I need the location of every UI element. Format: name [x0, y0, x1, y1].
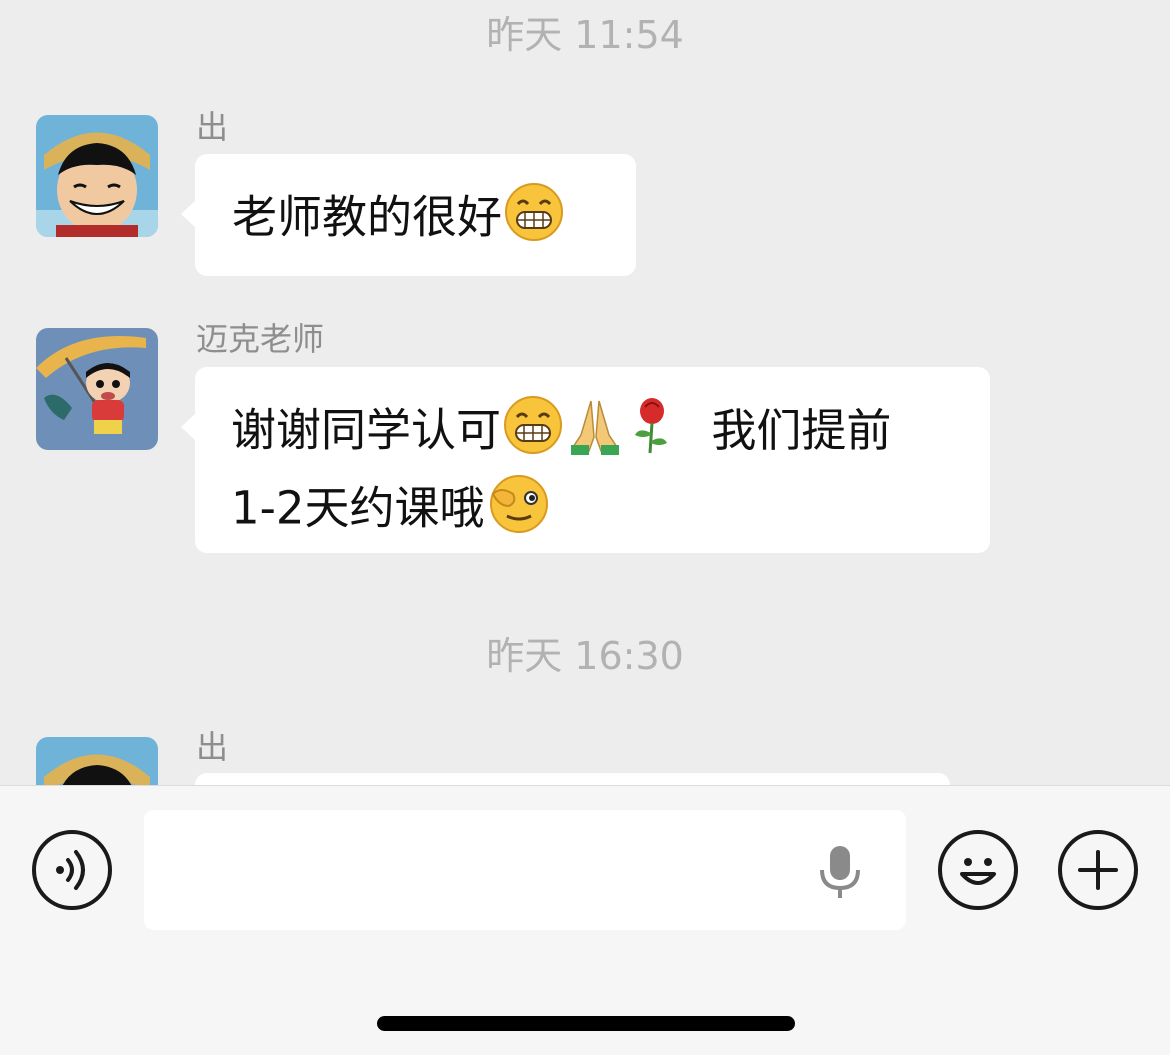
home-indicator — [377, 1016, 795, 1031]
message-text: 老师教的很好 — [232, 190, 503, 244]
message-bubble[interactable] — [195, 773, 950, 785]
microphone-button[interactable] — [818, 844, 862, 900]
message-text: 谢谢同学认可 — [231, 403, 502, 457]
message-bubble[interactable]: 老师教的很好 — [181, 154, 636, 276]
avatar[interactable] — [36, 115, 158, 237]
shinchan-avatar — [36, 328, 158, 450]
message-text: 我们提前 — [711, 403, 892, 457]
microphone-icon — [820, 846, 860, 898]
input-bar — [0, 785, 1170, 1055]
pray-emoji — [567, 395, 623, 472]
sender-name: 迈克老师 — [196, 320, 325, 358]
grin-emoji — [504, 182, 564, 259]
message-bubble[interactable]: 谢谢同学认可 我们提前 1-2天约课哦 — [181, 367, 990, 553]
plus-button[interactable] — [1058, 830, 1138, 910]
luffy-avatar — [36, 115, 158, 237]
wink-ok-emoji — [487, 472, 549, 551]
chat-message-list[interactable]: 昨天 11:54 出 老师教的很好 迈克老师 谢谢同学认可 我们提前 1-2天约… — [0, 0, 1170, 785]
luffy-avatar — [36, 737, 158, 785]
grin-emoji — [503, 395, 563, 472]
avatar[interactable] — [36, 737, 158, 785]
sender-name: 出 — [196, 728, 229, 766]
avatar[interactable] — [36, 328, 158, 450]
emoji-icon — [960, 858, 996, 885]
timestamp: 昨天 16:30 — [486, 634, 684, 678]
message-text: 1-2天约课哦 — [231, 481, 485, 535]
message-input[interactable] — [144, 810, 906, 930]
voice-icon — [56, 850, 85, 890]
rose-emoji — [627, 395, 677, 472]
timestamp: 昨天 11:54 — [486, 13, 684, 57]
voice-button[interactable] — [32, 830, 112, 910]
plus-icon — [1078, 850, 1118, 890]
emoji-button[interactable] — [938, 830, 1018, 910]
sender-name: 出 — [196, 108, 229, 146]
